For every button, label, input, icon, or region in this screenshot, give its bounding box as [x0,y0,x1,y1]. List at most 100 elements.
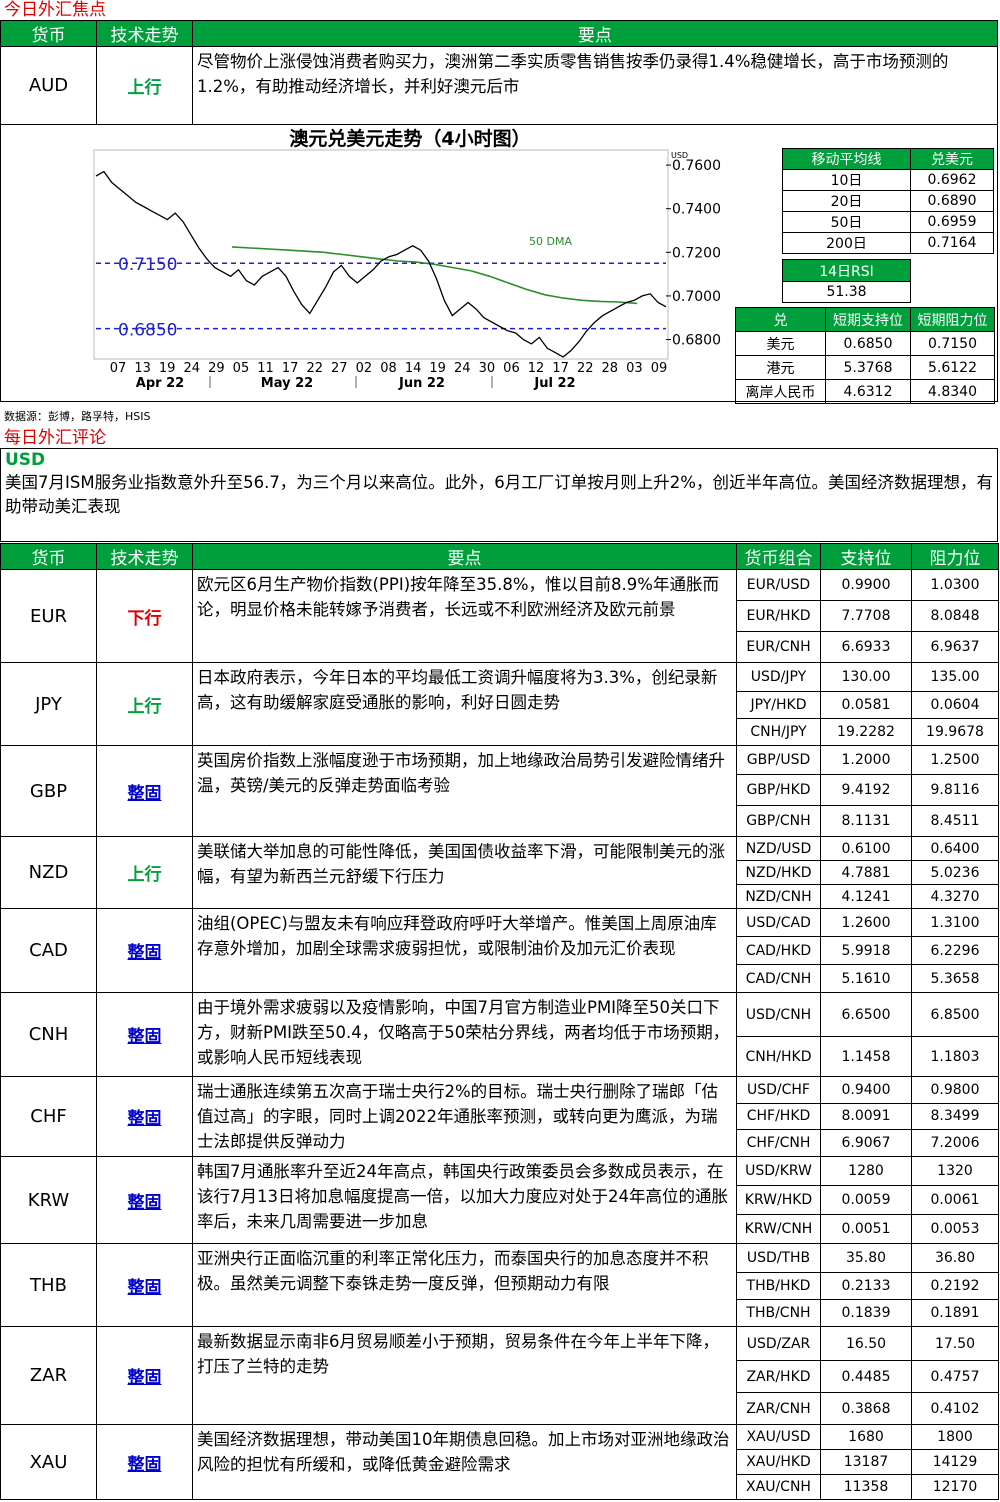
key-points: 欧元区6月生产物价指数(PPI)按年降至35.8%，惟以目前8.9%年通胀而论，… [192,569,737,663]
x-tick-label: 30 [479,361,496,376]
key-points: 英国房价指数上涨幅度逊于市场预期，加上地缘政治局势引发避险情绪升温，英镑/美元的… [192,745,737,837]
key-points: 瑞士通胀连续第五次高于瑞士央行2%的目标。瑞士央行删除了瑞郎「估值过高」的字眼，… [192,1076,737,1157]
resistance-level: 7.2006 [911,1129,999,1157]
trend-label: 上行 [127,696,162,717]
currency-pair: USD/THB [736,1243,821,1273]
trend-cell: 整固 [96,1156,193,1244]
trend-label[interactable]: 整固 [128,1027,162,1047]
currency-pair: USD/CHF [736,1076,821,1104]
x-tick-label: 08 [380,361,397,376]
support-level: 1.2600 [820,908,912,937]
resistance-level: 6.9637 [911,631,999,663]
resistance-level: 0.0053 [911,1214,999,1244]
currency-pair: KRW/HKD [736,1185,821,1215]
currency-code: CAD [0,908,97,993]
month-label: Apr 22 [136,376,184,391]
trend-label[interactable]: 整固 [128,943,162,963]
ma-value: 0.6890 [910,190,994,212]
chart-title: 澳元兑美元走势（4小时图） [289,128,531,150]
x-tick-label: 24 [454,361,471,376]
y-tick-label: 0.6800 [672,333,721,349]
currency-code: GBP [0,745,97,837]
currency-pair: GBP/USD [736,745,821,775]
currency-pair: USD/CNH [736,992,821,1037]
currency-code: XAU [0,1424,97,1500]
resistance-level: 0.2192 [911,1272,999,1300]
x-tick-label: 03 [626,361,643,376]
audusd-chart: 0.7150 0.6850 0.7600 0.7400 0.7200 0.7000 0.6… [93,149,721,391]
table-row: ZAR 整固 最新数据显示南非6月贸易顺差小于预期，贸易条件在今年上半年下降，打压了… [0,1326,999,1425]
support-level: 6.6500 [820,992,912,1037]
sr-header-support: 短期支持位 [825,307,911,332]
sr-support: 5.3768 [825,355,911,380]
plot-area [93,149,669,360]
x-tick-label: 19 [429,361,446,376]
currency-code: EUR [0,569,97,663]
header-trend: 技术走势 [96,543,193,570]
currency-code: ZAR [0,1326,97,1425]
focus-header-points: 要点 [192,20,998,47]
trend-label[interactable]: 整固 [128,1193,162,1213]
resistance-level: 0.4102 [911,1392,999,1425]
ma-header-period: 移动平均线 [782,148,911,170]
support-level: 6.9067 [820,1129,912,1157]
resistance-level: 1.0300 [911,569,999,601]
currency-pair: NZD/HKD [736,860,821,885]
support-level: 0.3868 [820,1392,912,1425]
sr-resistance: 5.6122 [910,355,995,380]
trend-label: 上行 [127,865,162,885]
trend-label[interactable]: 整固 [128,1278,162,1298]
data-source: 数据源：彭博，路孚特，HSIS [4,410,151,423]
rsi-value: 51.38 [782,281,911,303]
currency-pair: ZAR/CNH [736,1392,821,1425]
table-row: CNH 整固 由于境外需求疲弱以及疫情影响，中国7月官方制造业PMI降至50关口下方… [0,992,999,1077]
currency-pair: XAU/CNH [736,1474,821,1500]
x-tick-label: 29 [208,361,225,376]
support-level: 5.1610 [820,964,912,993]
resistance-level: 17.50 [911,1326,999,1361]
header-points: 要点 [192,543,737,570]
focus-header-trend: 技术走势 [96,20,193,47]
support-level: 130.00 [820,662,912,692]
resistance-level: 1.2500 [911,745,999,775]
trend-label[interactable]: 整固 [128,1368,162,1388]
support-level: 1680 [820,1424,912,1450]
resistance-level: 14129 [911,1449,999,1475]
currency-pair: USD/KRW [736,1156,821,1186]
usd-commentary-box: USD 美国7月ISM服务业指数意外升至56.7，为三个月以来高位。此外，6月工… [0,448,998,542]
currency-pair: THB/HKD [736,1272,821,1300]
trend-label[interactable]: 整固 [128,1455,162,1475]
support-level: 7.7708 [820,600,912,632]
y-tick-label: 0.7400 [672,202,721,218]
support-level: 35.80 [820,1243,912,1273]
resistance-level: 0.9800 [911,1076,999,1104]
support-level: 8.0091 [820,1102,912,1131]
currency-code: KRW [0,1156,97,1244]
trend-cell: 下行 [96,569,193,663]
commentary-section-title: 每日外汇评论 [4,428,106,448]
support-level: 5.9918 [820,936,912,965]
support-level: 1.1458 [820,1036,912,1077]
trend-label[interactable]: 整固 [128,784,162,804]
x-tick-label: 14 [405,361,422,376]
currency-pair: THB/CNH [736,1299,821,1327]
resistance-level: 0.1891 [911,1299,999,1327]
sr-header-vs: 兑 [735,307,826,332]
level-label: 0.7150 [118,255,177,275]
x-tick-label: 24 [183,361,200,376]
sr-resistance: 0.7150 [910,331,995,356]
support-level: 0.0051 [820,1214,912,1244]
resistance-level: 8.3499 [911,1102,999,1131]
trend-cell: 整固 [96,1076,193,1157]
trend-label[interactable]: 整固 [128,1109,162,1129]
resistance-level: 0.0604 [911,691,999,719]
rsi-label: 14日RSI [782,259,911,282]
resistance-level: 8.0848 [911,600,999,632]
support-level: 6.6933 [820,631,912,663]
support-level: 4.1241 [820,884,912,909]
resistance-level: 19.9678 [911,718,999,746]
trend-cell: 整固 [96,992,193,1077]
table-row: GBP 整固 英国房价指数上涨幅度逊于市场预期，加上地缘政治局势引发避险情绪升温，英… [0,745,999,837]
sr-currency: 港元 [735,355,826,380]
table-row: JPY 上行 日本政府表示，今年日本的平均最低工资调升幅度将为3.3%，创纪录新高，… [0,662,999,746]
